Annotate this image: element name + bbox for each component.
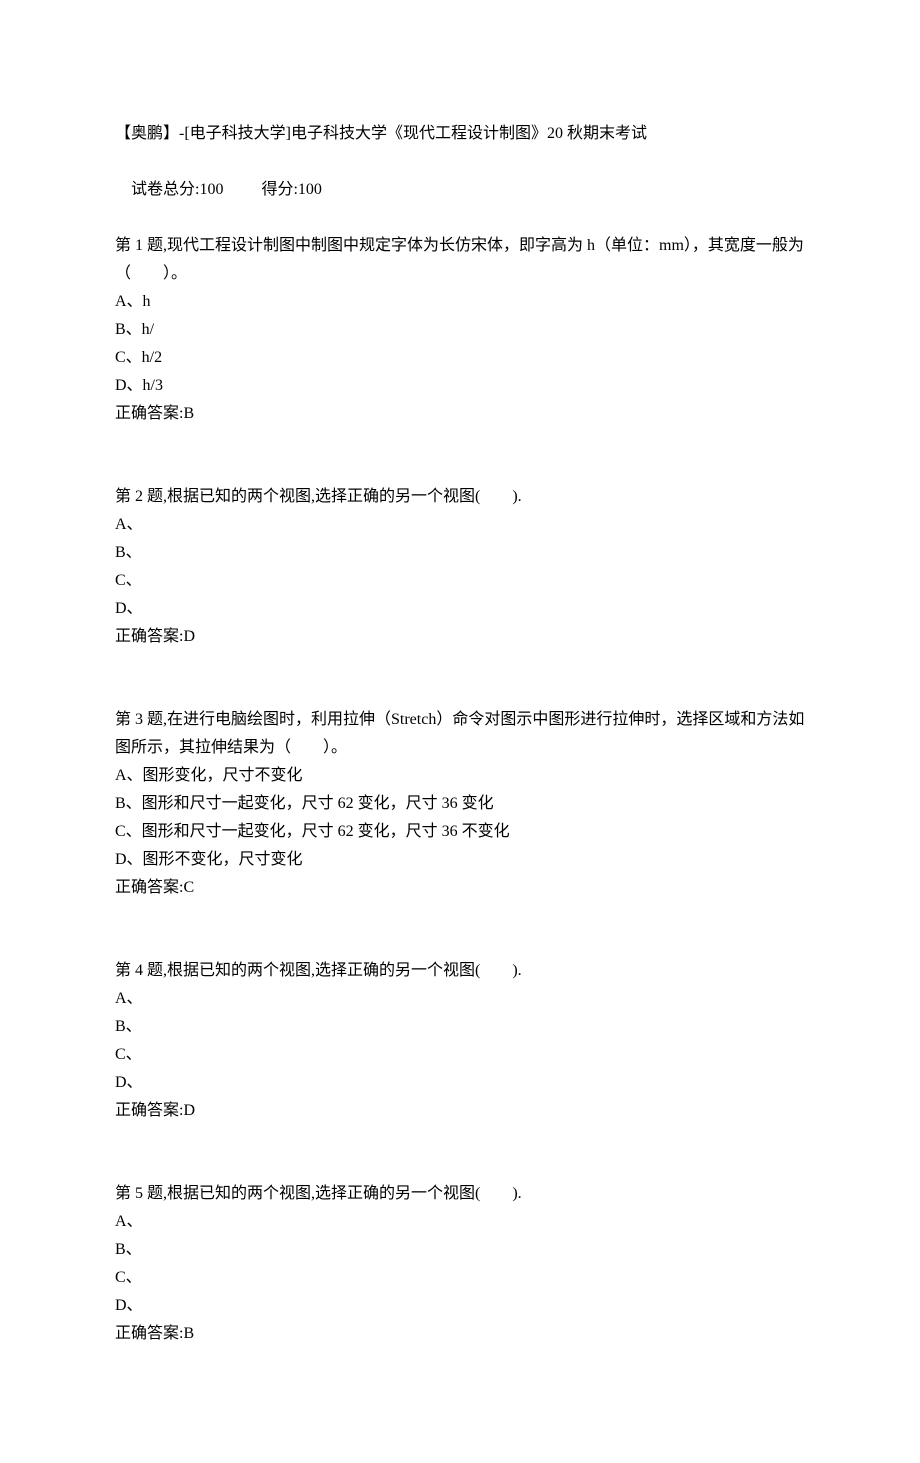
answer: 正确答案:D (115, 623, 805, 651)
question-3: 第 3 题,在进行电脑绘图时，利用拉伸（Stretch）命令对图示中图形进行拉伸… (115, 706, 805, 902)
question-stem: 第 2 题,根据已知的两个视图,选择正确的另一个视图( ). (115, 483, 805, 511)
option-d: D、h/3 (115, 372, 805, 400)
score-got: 得分:100 (261, 181, 321, 198)
option-a: A、 (115, 985, 805, 1013)
question-5: 第 5 题,根据已知的两个视图,选择正确的另一个视图( ). A、 B、 C、 … (115, 1180, 805, 1348)
option-a: A、 (115, 1208, 805, 1236)
option-a: A、h (115, 288, 805, 316)
option-d: D、 (115, 1292, 805, 1320)
option-b: B、 (115, 539, 805, 567)
exam-title: 【奥鹏】-[电子科技大学]电子科技大学《现代工程设计制图》20 秋期末考试 (115, 120, 805, 148)
option-a: A、 (115, 511, 805, 539)
question-stem: 第 1 题,现代工程设计制图中制图中规定字体为长仿宋体，即字高为 h（单位：mm… (115, 232, 805, 288)
exam-score-line: 试卷总分:100 得分:100 (115, 148, 805, 232)
option-a: A、图形变化，尺寸不变化 (115, 762, 805, 790)
question-stem: 第 5 题,根据已知的两个视图,选择正确的另一个视图( ). (115, 1180, 805, 1208)
question-stem: 第 3 题,在进行电脑绘图时，利用拉伸（Stretch）命令对图示中图形进行拉伸… (115, 706, 805, 762)
option-b: B、 (115, 1236, 805, 1264)
option-c: C、图形和尺寸一起变化，尺寸 62 变化，尺寸 36 不变化 (115, 818, 805, 846)
option-c: C、 (115, 1041, 805, 1069)
answer: 正确答案:C (115, 874, 805, 902)
question-1: 第 1 题,现代工程设计制图中制图中规定字体为长仿宋体，即字高为 h（单位：mm… (115, 232, 805, 428)
question-2: 第 2 题,根据已知的两个视图,选择正确的另一个视图( ). A、 B、 C、 … (115, 483, 805, 651)
option-b: B、h/ (115, 316, 805, 344)
question-stem: 第 4 题,根据已知的两个视图,选择正确的另一个视图( ). (115, 957, 805, 985)
option-c: C、 (115, 1264, 805, 1292)
question-4: 第 4 题,根据已知的两个视图,选择正确的另一个视图( ). A、 B、 C、 … (115, 957, 805, 1125)
score-total: 试卷总分:100 (131, 181, 223, 198)
option-d: D、 (115, 595, 805, 623)
option-c: C、h/2 (115, 344, 805, 372)
option-d: D、图形不变化，尺寸变化 (115, 846, 805, 874)
option-c: C、 (115, 567, 805, 595)
answer: 正确答案:B (115, 1320, 805, 1348)
option-b: B、图形和尺寸一起变化，尺寸 62 变化，尺寸 36 变化 (115, 790, 805, 818)
answer: 正确答案:B (115, 400, 805, 428)
answer: 正确答案:D (115, 1097, 805, 1125)
option-d: D、 (115, 1069, 805, 1097)
option-b: B、 (115, 1013, 805, 1041)
